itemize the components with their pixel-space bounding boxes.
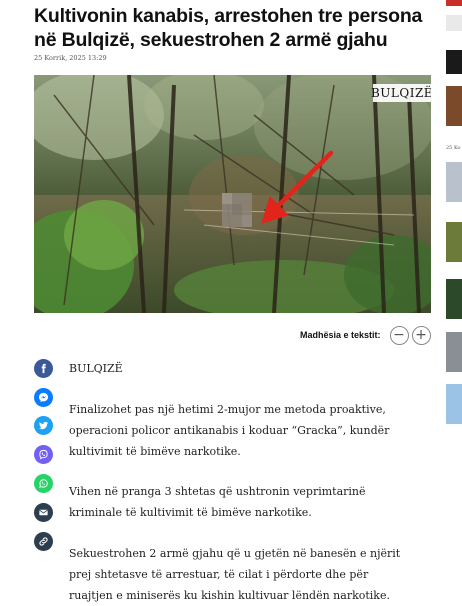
- sidebar-thumbnail[interactable]: [446, 279, 462, 319]
- text-size-controls: Madhësia e tekstit: − +: [300, 323, 431, 347]
- article-date: 25 Korrik, 2025 13:29: [34, 54, 107, 62]
- image-watermark: BULQIZË: [370, 84, 431, 102]
- messenger-icon: [38, 392, 49, 403]
- text-size-label: Madhësia e tekstit:: [300, 330, 381, 340]
- whatsapp-icon: [39, 479, 48, 488]
- article-paragraph: Vihen në pranga 3 shtetas që ushtronin v…: [69, 485, 366, 519]
- twitter-icon: [38, 421, 49, 430]
- article-paragraph: Finalizohet pas një hetimi 2-mujor me me…: [69, 403, 390, 458]
- article-title: Kultivonin kanabis, arrestohen tre perso…: [34, 5, 423, 51]
- sidebar-thumbnail[interactable]: [446, 86, 462, 126]
- share-facebook-button[interactable]: [34, 359, 53, 378]
- facebook-icon: [41, 363, 46, 374]
- article-hero-image[interactable]: BULQIZË: [34, 75, 431, 313]
- sidebar-thumbnail[interactable]: [446, 384, 462, 424]
- sidebar-thumbnail[interactable]: [446, 332, 462, 372]
- share-messenger-button[interactable]: [34, 388, 53, 407]
- sidebar-edge: 25 Ko: [444, 0, 462, 600]
- sidebar-thumbnail[interactable]: [446, 162, 462, 202]
- copy-link-button[interactable]: [34, 532, 53, 551]
- sidebar-banner[interactable]: [446, 50, 462, 74]
- article-location: BULQIZË: [69, 362, 123, 375]
- email-icon: [39, 509, 48, 516]
- sidebar-thumbnail[interactable]: [446, 222, 462, 262]
- article-paragraph: Sekuestrohen 2 armë gjahu që u gjetën në…: [69, 547, 401, 602]
- viber-icon: [39, 449, 48, 460]
- link-icon: [39, 537, 48, 546]
- text-increase-button[interactable]: +: [411, 325, 431, 345]
- share-twitter-button[interactable]: [34, 416, 53, 435]
- sidebar-date: 25 Ko: [446, 145, 461, 151]
- share-whatsapp-button[interactable]: [34, 474, 53, 493]
- share-email-button[interactable]: [34, 503, 53, 522]
- share-viber-button[interactable]: [34, 445, 53, 464]
- forest-photo: [34, 75, 431, 313]
- sidebar-search-box[interactable]: [446, 15, 462, 31]
- text-decrease-button[interactable]: −: [389, 325, 409, 345]
- sidebar-flag: [446, 0, 462, 6]
